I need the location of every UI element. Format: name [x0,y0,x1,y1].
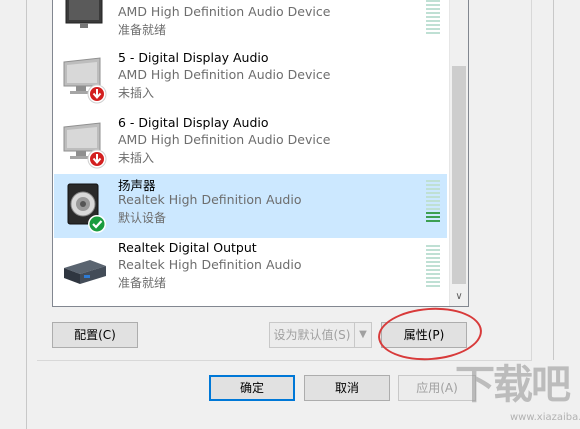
set-default-button[interactable]: 设为默认值(S) [269,322,355,348]
device-description: AMD High Definition Audio Device [118,132,331,147]
monitor-icon [65,0,103,28]
scroll-down-arrow-icon[interactable]: ∨ [450,288,468,305]
scrollbar-thumb[interactable] [452,66,466,284]
device-item-speakers[interactable]: 扬声器 Realtek High Definition Audio 默认设备 [54,174,447,238]
device-name: Realtek Digital Output [118,240,257,255]
sound-dialog: AMD High Definition Audio Device 准备就绪 5 … [0,0,580,429]
device-description: AMD High Definition Audio Device [118,67,331,82]
device-status: 准备就绪 [118,23,167,37]
ok-button[interactable]: 确定 [209,375,295,401]
device-item-digital-display-5[interactable]: 5 - Digital Display Audio AMD High Defin… [54,49,447,113]
device-name: 6 - Digital Display Audio [118,115,269,130]
volume-meter [426,180,440,224]
unplugged-badge-icon [87,84,107,104]
device-item-amd-audio[interactable]: AMD High Definition Audio Device 准备就绪 [54,0,447,50]
playback-device-list[interactable]: AMD High Definition Audio Device 准备就绪 5 … [52,0,469,307]
volume-meter [426,245,440,289]
device-status: 默认设备 [118,211,167,225]
configure-button[interactable]: 配置(C) [52,322,138,348]
device-list-scrollbar[interactable]: ∨ [449,0,468,306]
device-status: 未插入 [118,86,155,100]
device-description: AMD High Definition Audio Device [118,4,331,19]
device-status: 准备就绪 [118,276,167,290]
watermark-url: www.xiazaiba.com [510,412,580,423]
digital-output-icon [64,260,106,284]
dialog-border [553,0,554,360]
dialog-border [26,0,27,429]
device-item-digital-output[interactable]: Realtek Digital Output Realtek High Defi… [54,239,447,303]
device-description: Realtek High Definition Audio [118,257,302,272]
device-description: Realtek High Definition Audio [118,192,302,207]
cancel-button[interactable]: 取消 [304,375,390,401]
watermark-logo: 下载吧 [455,362,571,408]
volume-meter [426,0,440,36]
device-status: 未插入 [118,151,155,165]
device-item-digital-display-6[interactable]: 6 - Digital Display Audio AMD High Defin… [54,114,447,178]
device-name: 5 - Digital Display Audio [118,50,269,65]
unplugged-badge-icon [87,149,107,169]
site-watermark: 下载吧 www.xiazaiba.com [455,352,580,429]
set-default-dropdown-icon[interactable]: ▼ [354,322,372,348]
default-check-badge-icon [88,215,106,233]
